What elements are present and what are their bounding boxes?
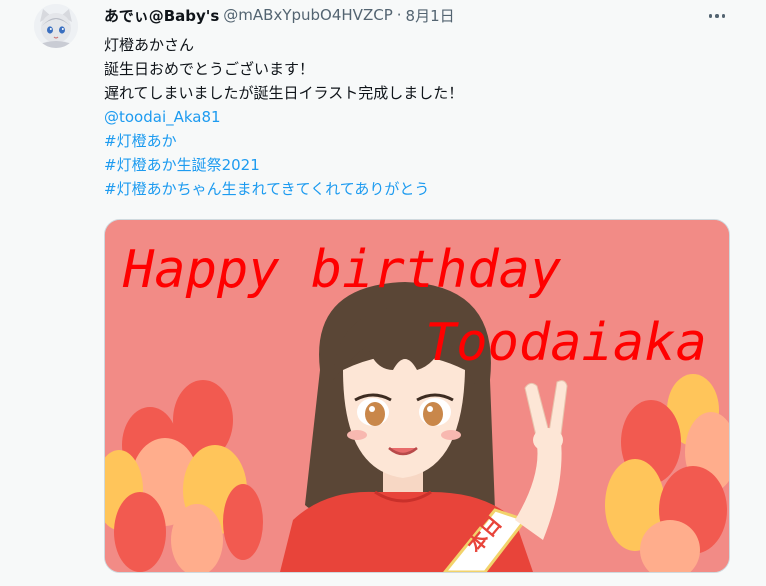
user-handle[interactable]: @mABxYpubO4HVZCP	[223, 6, 392, 24]
image-title-line1: Happy birthday	[122, 240, 562, 300]
birthday-illustration: 本日 Happy birthday Toodaiaka	[105, 220, 729, 572]
avatar-illustration	[34, 4, 78, 48]
tweet-header: あでぃ@Baby's @mABxYpubO4HVZCP · 8月1日	[104, 4, 455, 26]
separator-dot: ·	[396, 6, 402, 24]
tweet-text-line: 遅れてしまいましたが誕生日イラスト完成しました！	[104, 84, 464, 102]
more-horizontal-icon[interactable]	[706, 6, 728, 26]
tweet-text-line: 誕生日おめでとうございます！	[104, 60, 315, 78]
tweet-text-line: 灯橙あかさん	[104, 36, 195, 54]
hashtag-link[interactable]: #灯橙あかちゃん生まれてきてくれてありがとう	[104, 177, 724, 201]
tweet-card: あでぃ@Baby's @mABxYpubO4HVZCP · 8月1日 灯橙あかさ…	[0, 0, 766, 586]
hashtag-link[interactable]: #灯橙あか	[104, 129, 724, 153]
hashtag-link[interactable]: #灯橙あか生誕祭2021	[104, 153, 724, 177]
tweet-date[interactable]: 8月1日	[406, 5, 455, 26]
display-name[interactable]: あでぃ@Baby's	[104, 5, 219, 26]
tweet-image[interactable]: 本日 Happy birthday Toodaiaka	[104, 219, 730, 573]
mention-link[interactable]: @toodai_Aka81	[104, 105, 724, 129]
tweet-text: 灯橙あかさん 誕生日おめでとうございます！ 遅れてしまいましたが誕生日イラスト完…	[104, 33, 724, 201]
image-title-line2: Toodaiaka	[425, 313, 707, 373]
avatar[interactable]	[34, 4, 78, 48]
